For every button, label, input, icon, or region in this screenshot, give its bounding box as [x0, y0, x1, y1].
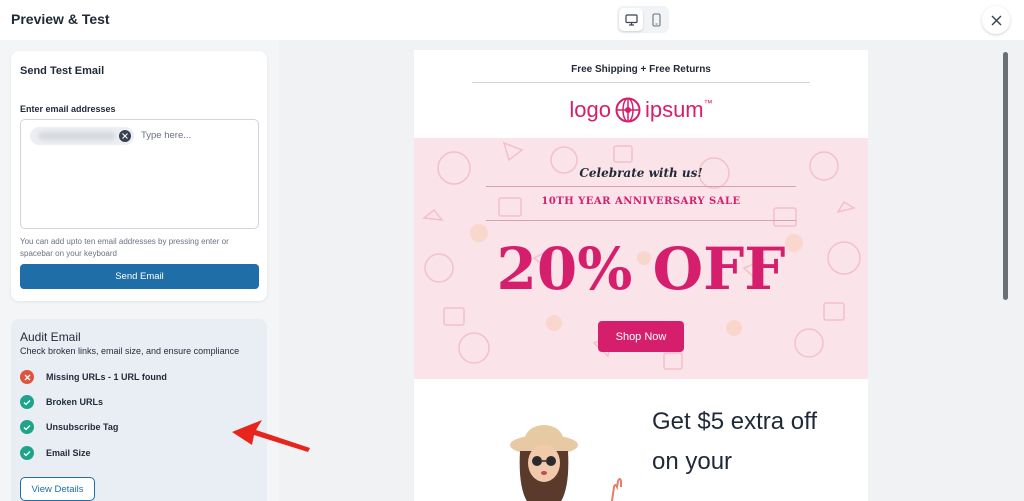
annotation-arrow-icon — [232, 420, 310, 452]
divider — [472, 82, 810, 83]
shipping-banner: Free Shipping + Free Returns — [571, 64, 711, 75]
audit-item-label: Unsubscribe Tag — [46, 422, 119, 432]
send-email-button[interactable]: Send Email — [20, 264, 259, 289]
discount-headline: 20% OFF — [496, 235, 786, 303]
trademark-symbol: ™ — [703, 98, 713, 108]
view-details-button[interactable]: View Details — [20, 477, 95, 501]
preview-scrollbar[interactable] — [1003, 52, 1008, 300]
email-addresses-field[interactable]: Type here... — [20, 119, 259, 229]
divider — [486, 186, 796, 187]
brand-logo: logo ipsum ™ — [414, 96, 868, 124]
email-preview-area: Free Shipping + Free Returns logo ipsum … — [279, 40, 1024, 501]
logo-text-left: logo — [569, 97, 611, 122]
divider — [486, 220, 796, 221]
close-icon — [991, 15, 1001, 25]
redacted-email — [38, 132, 116, 140]
email-hint-text: You can add upto ten email addresses by … — [20, 237, 229, 258]
email-input-placeholder[interactable]: Type here... — [141, 130, 191, 141]
check-icon — [20, 395, 34, 409]
celebrate-heading: Celebrate with us! — [579, 166, 703, 180]
email-preview: Free Shipping + Free Returns logo ipsum … — [414, 50, 868, 501]
logo-text-right: ipsum — [644, 97, 704, 122]
email-field-label: Enter email addresses — [20, 104, 116, 114]
promo-text: Get $5 extra off on your — [652, 402, 862, 482]
woman-illustration — [510, 425, 578, 501]
desktop-view-button[interactable] — [619, 8, 643, 31]
check-icon — [20, 420, 34, 434]
page-title: Preview & Test — [11, 11, 110, 27]
audit-title: Audit Email — [20, 330, 81, 344]
audit-subtitle: Check broken links, email size, and ensu… — [20, 346, 240, 356]
audit-item-missing-urls: Missing URLs - 1 URL found — [20, 369, 167, 385]
promo-line-1: Get $5 extra off — [652, 408, 817, 435]
hand-emoji-illustration — [611, 478, 622, 501]
send-test-card: Send Test Email Enter email addresses Ty… — [11, 51, 267, 301]
globe-icon — [615, 97, 641, 123]
mobile-icon — [651, 12, 661, 27]
email-chip — [30, 127, 134, 145]
check-icon — [20, 446, 34, 460]
anniversary-subheading: 10TH YEAR ANNIVERSARY SALE — [541, 196, 741, 207]
audit-email-card: Audit Email Check broken links, email si… — [11, 319, 267, 501]
device-toggle — [617, 6, 669, 33]
desktop-icon — [624, 13, 638, 26]
audit-item-label: Missing URLs - 1 URL found — [46, 372, 167, 382]
hero-banner: Celebrate with us! 10TH YEAR ANNIVERSARY… — [414, 138, 868, 379]
top-bar: Preview & Test — [0, 0, 1024, 40]
audit-item-unsubscribe-tag: Unsubscribe Tag — [20, 419, 118, 435]
audit-item-label: Email Size — [46, 448, 91, 458]
close-icon — [122, 133, 128, 139]
send-test-title: Send Test Email — [20, 65, 105, 77]
audit-item-label: Broken URLs — [46, 397, 104, 407]
close-button[interactable] — [982, 6, 1010, 34]
shop-now-button[interactable]: Shop Now — [598, 321, 684, 352]
promo-line-2: on your — [652, 448, 733, 475]
audit-item-email-size: Email Size — [20, 445, 91, 461]
remove-email-button[interactable] — [119, 130, 131, 142]
audit-item-broken-urls: Broken URLs — [20, 394, 103, 410]
error-icon — [20, 370, 34, 384]
mobile-view-button[interactable] — [644, 8, 668, 31]
